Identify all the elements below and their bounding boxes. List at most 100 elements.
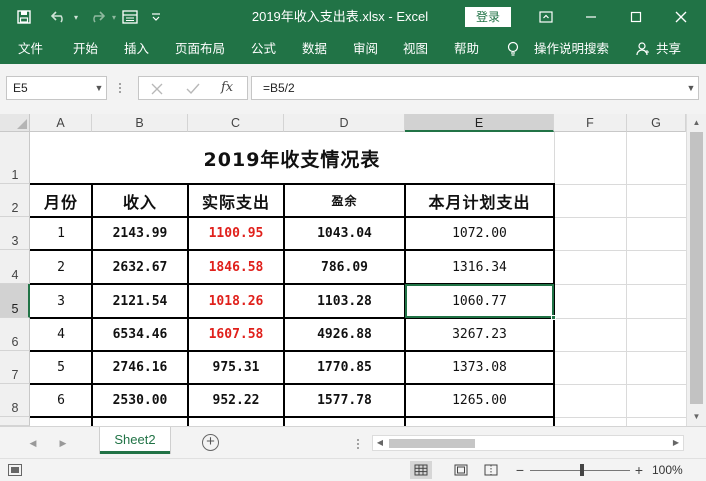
select-all-corner[interactable]	[0, 114, 30, 132]
add-sheet-button[interactable]: +	[202, 434, 219, 451]
close-icon[interactable]	[669, 0, 693, 34]
row-header-4[interactable]: 4	[0, 250, 30, 284]
table-cell[interactable]: 1265.00	[405, 384, 554, 417]
enter-check-icon[interactable]	[186, 82, 200, 100]
tab-review[interactable]: 审阅	[353, 34, 378, 64]
table-cell[interactable]: 2632.67	[92, 250, 188, 284]
active-cell-selection[interactable]	[405, 284, 554, 318]
table-cell[interactable]: 1100.95	[188, 217, 284, 250]
row-header-3[interactable]: 3	[0, 217, 30, 250]
name-box-dropdown-icon[interactable]: ▼	[92, 76, 106, 100]
table-cell[interactable]: 6	[30, 384, 92, 417]
table-cell[interactable]: 2143.99	[92, 217, 188, 250]
minimize-icon[interactable]	[579, 0, 603, 34]
vertical-scroll-thumb[interactable]	[690, 132, 703, 404]
sheet-tab-sheet2[interactable]: Sheet2	[100, 427, 170, 454]
login-button[interactable]: 登录	[465, 7, 511, 27]
page-break-view-icon[interactable]	[480, 461, 502, 479]
save-icon[interactable]	[14, 0, 34, 34]
customize-toolbar-icon[interactable]	[148, 0, 164, 34]
table-cell[interactable]: 3	[30, 284, 92, 318]
share-button[interactable]: 共享	[656, 34, 681, 64]
expand-formula-bar-icon[interactable]: ▼	[684, 76, 698, 100]
tell-me-search[interactable]: 操作说明搜索	[534, 34, 609, 64]
table-cell[interactable]: 4926.88	[284, 318, 405, 351]
column-header-f[interactable]: F	[554, 114, 627, 132]
header-surplus[interactable]: 盈余	[284, 184, 405, 217]
table-cell[interactable]: 2	[30, 250, 92, 284]
scroll-up-icon[interactable]: ▲	[687, 116, 706, 130]
table-cell[interactable]: 2121.54	[92, 284, 188, 318]
table-cell[interactable]: 1072.00	[405, 217, 554, 250]
table-cell[interactable]: 1846.58	[188, 250, 284, 284]
table-cell[interactable]: 1018.26	[188, 284, 284, 318]
formula-bar-grip-icon[interactable]	[118, 80, 122, 96]
fill-handle[interactable]	[551, 315, 556, 320]
horizontal-scrollbar[interactable]: ◀ ▶	[372, 435, 684, 451]
table-cell[interactable]: 5	[30, 351, 92, 384]
scroll-down-icon[interactable]: ▼	[687, 410, 706, 424]
table-cell[interactable]: 975.31	[188, 351, 284, 384]
header-income[interactable]: 收入	[92, 184, 188, 217]
tab-insert[interactable]: 插入	[124, 34, 149, 64]
column-header-c[interactable]: C	[188, 114, 284, 132]
column-header-e[interactable]: E	[405, 114, 554, 132]
column-header-d[interactable]: D	[284, 114, 405, 132]
table-cell[interactable]: 786.09	[284, 250, 405, 284]
insert-function-icon[interactable]: fx	[221, 80, 233, 95]
table-cell[interactable]: 4	[30, 318, 92, 351]
lightbulb-icon[interactable]	[507, 34, 523, 64]
row-header-9[interactable]	[0, 417, 30, 426]
horizontal-scroll-thumb[interactable]	[389, 439, 475, 448]
tab-page-layout[interactable]: 页面布局	[175, 34, 225, 64]
table-cell[interactable]: 1316.34	[405, 250, 554, 284]
tab-formulas[interactable]: 公式	[251, 34, 276, 64]
zoom-in-button[interactable]: +	[633, 461, 645, 479]
next-sheet-icon[interactable]: ▶	[56, 435, 70, 451]
header-actual-expense[interactable]: 实际支出	[188, 184, 284, 217]
tab-home[interactable]: 开始	[73, 34, 98, 64]
column-header-a[interactable]: A	[30, 114, 92, 132]
vertical-scrollbar[interactable]: ▲ ▼	[686, 114, 706, 426]
row-header-6[interactable]: 6	[0, 318, 30, 351]
column-header-g[interactable]: G	[627, 114, 686, 132]
redo-icon[interactable]	[86, 0, 108, 34]
row-header-2[interactable]: 2	[0, 184, 30, 217]
scroll-left-icon[interactable]: ◀	[373, 436, 387, 450]
table-cell[interactable]: 1373.08	[405, 351, 554, 384]
tab-splitter-icon[interactable]	[356, 437, 360, 455]
macro-record-icon[interactable]	[8, 464, 22, 476]
tab-view[interactable]: 视图	[403, 34, 428, 64]
tab-file[interactable]: 文件	[18, 34, 43, 64]
normal-view-icon[interactable]	[410, 461, 432, 479]
header-planned-expense[interactable]: 本月计划支出	[405, 184, 554, 217]
cancel-icon[interactable]	[151, 82, 163, 100]
zoom-slider-thumb[interactable]	[580, 464, 584, 476]
zoom-out-button[interactable]: −	[514, 461, 526, 479]
table-cell[interactable]: 1043.04	[284, 217, 405, 250]
table-cell[interactable]: 1	[30, 217, 92, 250]
sheet-title[interactable]: 2019年收支情况表	[30, 132, 554, 184]
prev-sheet-icon[interactable]: ◀	[26, 435, 40, 451]
row-header-5[interactable]: 5	[0, 284, 30, 318]
undo-icon[interactable]	[48, 0, 70, 34]
maximize-icon[interactable]	[624, 0, 648, 34]
tab-data[interactable]: 数据	[302, 34, 327, 64]
zoom-level[interactable]: 100%	[652, 461, 698, 479]
column-header-b[interactable]: B	[92, 114, 188, 132]
table-cell[interactable]: 2530.00	[92, 384, 188, 417]
table-cell[interactable]: 952.22	[188, 384, 284, 417]
share-person-icon[interactable]	[636, 34, 652, 64]
table-cell[interactable]: 3267.23	[405, 318, 554, 351]
header-month[interactable]: 月份	[30, 184, 92, 217]
table-cell[interactable]: 6534.46	[92, 318, 188, 351]
page-layout-view-icon[interactable]	[450, 461, 472, 479]
table-cell[interactable]: 1577.78	[284, 384, 405, 417]
table-cell[interactable]: 1607.58	[188, 318, 284, 351]
table-cell[interactable]: 1770.85	[284, 351, 405, 384]
formula-input[interactable]: =B5/2	[251, 76, 699, 100]
row-header-1[interactable]: 1	[0, 132, 30, 184]
table-cell[interactable]: 2746.16	[92, 351, 188, 384]
tab-help[interactable]: 帮助	[454, 34, 479, 64]
redo-dropdown-icon[interactable]: ▾	[109, 0, 119, 34]
